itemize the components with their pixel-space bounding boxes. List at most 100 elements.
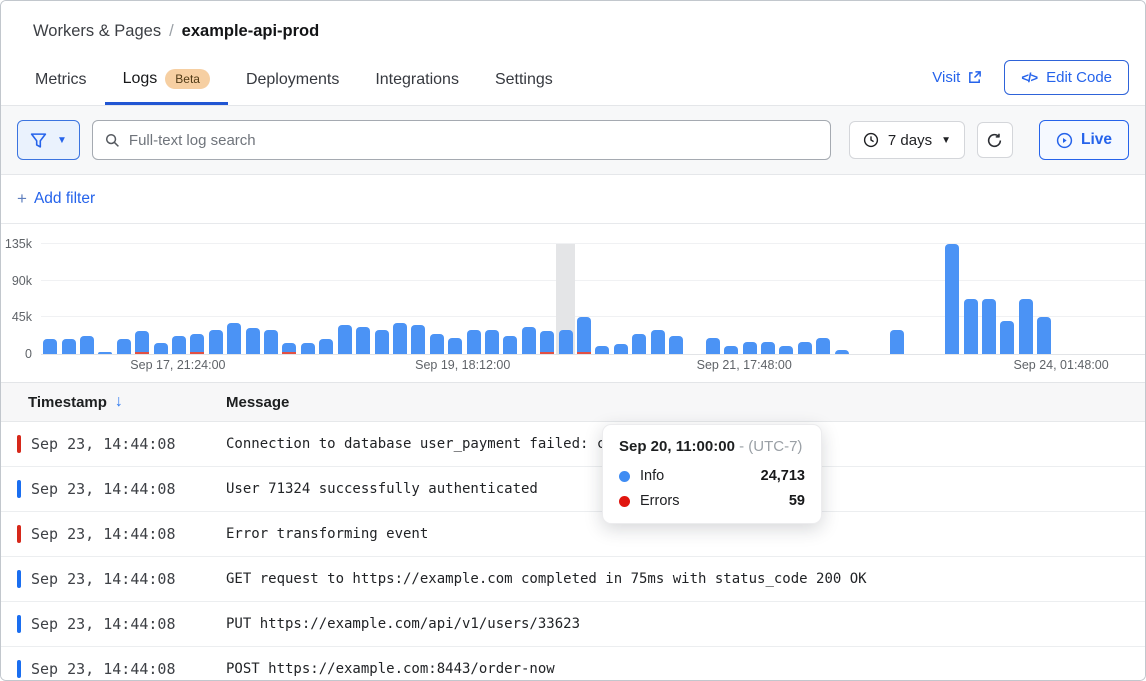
funnel-icon xyxy=(30,132,47,149)
bar-slot[interactable] xyxy=(998,244,1016,354)
bar-slot[interactable] xyxy=(428,244,446,354)
bar-slot[interactable] xyxy=(832,244,850,354)
info-bar-segment xyxy=(448,338,462,354)
info-bar-segment xyxy=(1037,317,1051,354)
bar-slot[interactable] xyxy=(243,244,261,354)
bar-slot[interactable] xyxy=(925,244,943,354)
bar-slot[interactable] xyxy=(593,244,611,354)
bar-slot[interactable] xyxy=(280,244,298,354)
bar-slot[interactable] xyxy=(630,244,648,354)
search-input[interactable] xyxy=(129,132,818,149)
bar-slot[interactable] xyxy=(814,244,832,354)
bar-slot[interactable] xyxy=(336,244,354,354)
refresh-button[interactable] xyxy=(977,122,1013,158)
stacked-bar xyxy=(190,244,204,354)
info-bar-segment xyxy=(319,339,333,354)
tab-metrics[interactable]: Metrics xyxy=(17,61,105,105)
log-row[interactable]: Sep 23, 14:44:08POST https://example.com… xyxy=(1,647,1145,681)
add-filter-button[interactable]: + Add filter xyxy=(1,175,1145,224)
timestamp-column-header[interactable]: Timestamp ↓ xyxy=(28,393,226,411)
bar-slot[interactable] xyxy=(961,244,979,354)
info-bar-segment xyxy=(430,334,444,354)
bar-slot[interactable] xyxy=(78,244,96,354)
bar-slot[interactable] xyxy=(501,244,519,354)
clock-icon xyxy=(863,132,879,148)
bar-slot[interactable] xyxy=(354,244,372,354)
tab-settings[interactable]: Settings xyxy=(477,61,571,105)
bar-slot[interactable] xyxy=(1053,244,1071,354)
bar-slot[interactable] xyxy=(685,244,703,354)
bar-slot[interactable] xyxy=(225,244,243,354)
log-row[interactable]: Sep 23, 14:44:08Error transforming event xyxy=(1,512,1145,557)
refresh-icon xyxy=(986,132,1003,149)
bar-slot[interactable] xyxy=(667,244,685,354)
info-bar-segment xyxy=(779,346,793,354)
bar-slot[interactable] xyxy=(869,244,887,354)
bar-slot[interactable] xyxy=(96,244,114,354)
bar-slot[interactable] xyxy=(262,244,280,354)
bar-slot[interactable] xyxy=(446,244,464,354)
bar-slot[interactable] xyxy=(409,244,427,354)
bar-slot[interactable] xyxy=(796,244,814,354)
bar-slot[interactable] xyxy=(1127,244,1145,354)
stacked-bar xyxy=(411,244,425,354)
time-range-button[interactable]: 7 days ▼ xyxy=(849,121,965,159)
edit-code-button[interactable]: </> Edit Code xyxy=(1004,60,1129,95)
bar-slot[interactable] xyxy=(575,244,593,354)
log-row[interactable]: Sep 23, 14:44:08GET request to https://e… xyxy=(1,557,1145,602)
bar-slot[interactable] xyxy=(906,244,924,354)
bar-slot[interactable] xyxy=(740,244,758,354)
bar-slot[interactable] xyxy=(520,244,538,354)
bar-slot[interactable] xyxy=(133,244,151,354)
info-bar-segment xyxy=(338,325,352,354)
bar-slot[interactable] xyxy=(777,244,795,354)
stacked-bar xyxy=(209,244,223,354)
bar-slot[interactable] xyxy=(759,244,777,354)
stacked-bar xyxy=(172,244,186,354)
bar-slot[interactable] xyxy=(851,244,869,354)
bar-slot[interactable] xyxy=(1017,244,1035,354)
bar-slot[interactable] xyxy=(115,244,133,354)
bar-slot[interactable] xyxy=(299,244,317,354)
breadcrumb-workers-pages[interactable]: Workers & Pages xyxy=(33,22,161,40)
gridline xyxy=(41,354,1145,355)
bar-slot[interactable] xyxy=(151,244,169,354)
visit-link[interactable]: Visit xyxy=(932,69,982,86)
hovered-bar-slot[interactable] xyxy=(556,244,574,354)
stacked-bar xyxy=(154,244,168,354)
log-row[interactable]: Sep 23, 14:44:08PUT https://example.com/… xyxy=(1,602,1145,647)
live-button[interactable]: Live xyxy=(1039,120,1129,160)
bar-slot[interactable] xyxy=(722,244,740,354)
bar-slot[interactable] xyxy=(59,244,77,354)
bar-slot[interactable] xyxy=(391,244,409,354)
bar-slot[interactable] xyxy=(188,244,206,354)
bar-slot[interactable] xyxy=(207,244,225,354)
log-row[interactable]: Sep 23, 14:44:08User 71324 successfully … xyxy=(1,467,1145,512)
bar-slot[interactable] xyxy=(1109,244,1127,354)
bar-slot[interactable] xyxy=(648,244,666,354)
timestamp-cell: Sep 23, 14:44:08 xyxy=(31,660,226,678)
bar-slot[interactable] xyxy=(1090,244,1108,354)
search-box xyxy=(92,120,831,160)
bar-slot[interactable] xyxy=(317,244,335,354)
bar-slot[interactable] xyxy=(704,244,722,354)
bar-slot[interactable] xyxy=(980,244,998,354)
bar-slot[interactable] xyxy=(1035,244,1053,354)
bar-slot[interactable] xyxy=(612,244,630,354)
filter-dropdown-button[interactable]: ▼ xyxy=(17,120,80,160)
bar-slot[interactable] xyxy=(41,244,59,354)
bar-slot[interactable] xyxy=(483,244,501,354)
bar-slot[interactable] xyxy=(943,244,961,354)
bar-slot[interactable] xyxy=(538,244,556,354)
bar-slot[interactable] xyxy=(464,244,482,354)
message-column-header[interactable]: Message xyxy=(226,394,289,411)
tab-integrations[interactable]: Integrations xyxy=(357,61,477,105)
bar-slot[interactable] xyxy=(170,244,188,354)
tab-deployments[interactable]: Deployments xyxy=(228,61,357,105)
bar-slot[interactable] xyxy=(888,244,906,354)
bar-slot[interactable] xyxy=(1072,244,1090,354)
bar-slot[interactable] xyxy=(372,244,390,354)
log-row[interactable]: Sep 23, 14:44:08Connection to database u… xyxy=(1,422,1145,467)
sort-desc-icon: ↓ xyxy=(115,393,123,411)
tab-logs[interactable]: LogsBeta xyxy=(105,59,228,105)
